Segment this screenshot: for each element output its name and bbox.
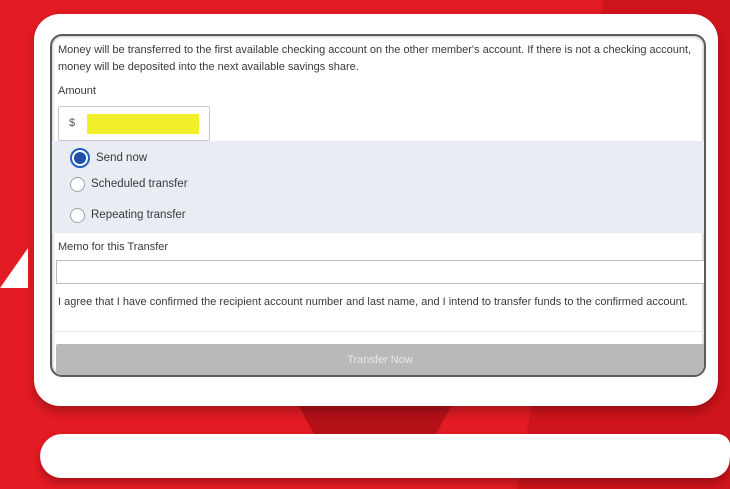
radio-button[interactable]	[70, 207, 85, 223]
transfer-now-button[interactable]: Transfer Now	[56, 344, 704, 375]
radio-option-repeating[interactable]: Repeating transfer	[70, 203, 186, 227]
transfer-form-screen: Money will be transferred to the first a…	[50, 34, 706, 377]
radio-button-selected[interactable]	[70, 148, 90, 168]
transfer-info-text: Money will be transferred to the first a…	[58, 44, 692, 73]
amount-label: Amount	[58, 85, 96, 97]
radio-label-send-now: Send now	[96, 152, 148, 164]
radio-label-repeating: Repeating transfer	[91, 209, 186, 221]
agreement-text: I agree that I have confirmed the recipi…	[58, 296, 688, 308]
divider	[52, 331, 704, 332]
memo-input[interactable]	[56, 260, 704, 284]
amount-highlight	[87, 114, 199, 134]
radio-label-scheduled: Scheduled transfer	[91, 178, 188, 190]
amount-input[interactable]: $	[58, 106, 210, 141]
monitor-stand-base	[38, 434, 730, 478]
radio-option-scheduled[interactable]: Scheduled transfer	[70, 172, 188, 196]
transfer-timing-options: Send now Scheduled transfer Repeating tr…	[52, 141, 704, 233]
currency-symbol: $	[69, 117, 76, 129]
decorative-arrow-shape	[0, 248, 28, 288]
radio-option-send-now[interactable]: Send now	[70, 146, 147, 170]
radio-button[interactable]	[70, 176, 85, 192]
memo-label: Memo for this Transfer	[58, 241, 169, 253]
